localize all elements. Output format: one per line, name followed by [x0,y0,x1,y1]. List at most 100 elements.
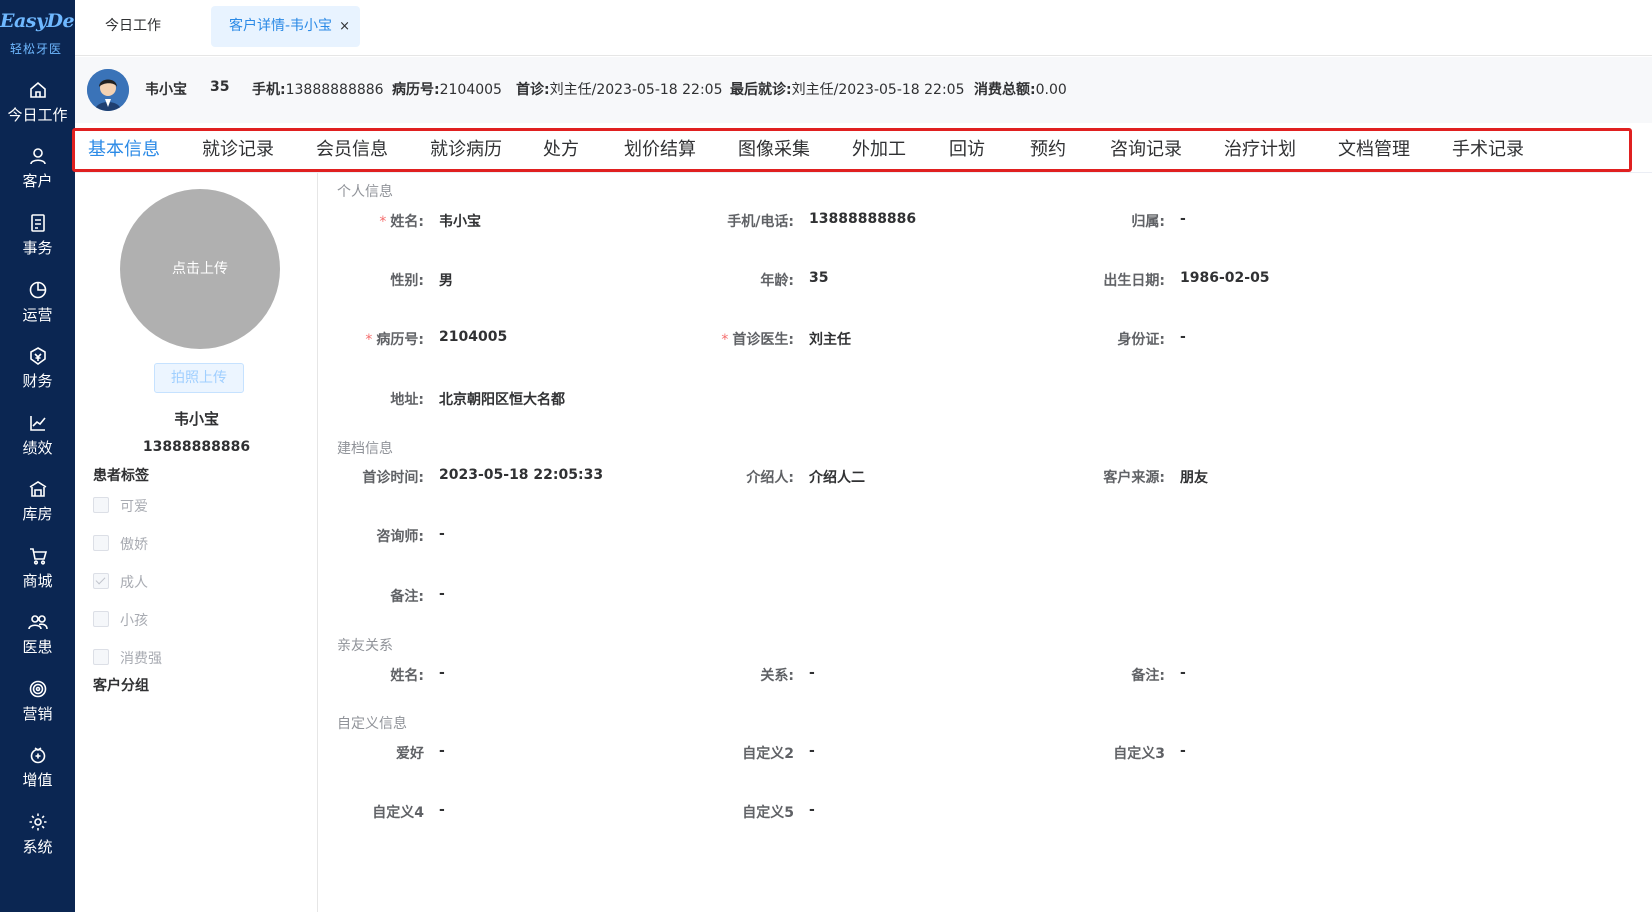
nav-label: 客户 [22,172,53,190]
nav-item-affairs[interactable]: 事务 [0,213,75,283]
logo: EasyDent 轻松牙医 [0,0,75,60]
nav-label: 营销 [22,705,53,723]
target-icon [29,680,47,698]
label-remark: 备注: [390,589,424,605]
tab-documents[interactable]: 文档管理 [1338,135,1410,161]
tab-image-capture[interactable]: 图像采集 [738,135,810,161]
section-relatives: 亲友关系 [337,638,393,654]
tab-basic-info[interactable]: 基本信息 [88,135,160,161]
nav-item-doctor-patient[interactable]: 医患 [0,612,75,682]
tag-label: 傲娇 [120,537,148,553]
label-relative-name: 姓名: [390,668,424,684]
tag-label: 消费强 [120,651,162,667]
label-name: * 姓名: [379,214,424,230]
nav-item-finance[interactable]: 财务 [0,346,75,416]
tab-surgery-records[interactable]: 手术记录 [1452,135,1524,161]
tab-follow-up[interactable]: 回访 [949,135,985,161]
nav-label: 事务 [22,239,53,257]
label-custom2: 自定义2 [742,746,794,762]
tab-treatment-plan[interactable]: 治疗计划 [1224,135,1296,161]
take-photo-button[interactable]: 拍照上传 [154,363,244,393]
close-icon[interactable]: × [339,6,350,47]
checkbox[interactable] [93,649,109,665]
value-phone: 13888888886 [809,211,917,227]
shopping-cart-icon [30,548,48,565]
label-phone: 手机/电话: [727,214,794,230]
tab-today-work[interactable]: 今日工作 [87,6,179,47]
label-source: 客户来源: [1103,470,1165,486]
nav-label: 商城 [22,572,53,590]
nav-item-value-added[interactable]: 增值 [0,745,75,815]
value-hobby: - [439,743,445,759]
nav-item-marketing[interactable]: 营销 [0,679,75,749]
value-age: 35 [809,270,829,286]
tab-outsourcing[interactable]: 外加工 [852,135,906,161]
top-tab-bar: 今日工作 客户详情-韦小宝 × [75,0,1652,56]
value-id-card: - [1180,329,1186,345]
checkbox[interactable] [93,497,109,513]
tag-label: 小孩 [120,613,148,629]
profile-phone: 13888888886 [142,439,251,455]
patient-tags-title: 患者标签 [93,468,149,484]
value-birthday: 1986-02-05 [1180,270,1270,286]
tag-label: 成人 [120,575,148,591]
tab-billing[interactable]: 划价结算 [624,135,696,161]
value-remark: - [439,586,445,602]
label-belong: 归属: [1131,214,1165,230]
nav-item-operation[interactable]: 运营 [0,280,75,350]
tab-appointment[interactable]: 预约 [1030,135,1066,161]
nav-item-system[interactable]: 系统 [0,812,75,882]
value-custom3: - [1180,743,1186,759]
tab-medical-records[interactable]: 就诊病历 [430,135,502,161]
nav-item-customer[interactable]: 客户 [0,146,75,216]
label-relative-remark: 备注: [1131,668,1165,684]
label-first-visit-time: 首诊时间: [362,470,424,486]
value-source: 朋友 [1180,470,1208,486]
tab-consultation[interactable]: 咨询记录 [1110,135,1182,161]
nav-label: 库房 [22,505,53,523]
value-custom4: - [439,802,445,818]
patient-last-visit: 最后就诊:刘主任/2023-05-18 22:05 [730,82,965,98]
users-icon [28,615,48,630]
nav-label: 增值 [22,771,53,789]
trend-chart-icon [30,416,46,431]
label-relation: 关系: [760,668,794,684]
tab-prescription[interactable]: 处方 [543,135,579,161]
details-panel: 个人信息 * 姓名: 韦小宝 手机/电话: 13888888886 归属: - 性… [319,173,1652,912]
nav-label: 财务 [22,372,53,390]
patient-info-bar: 韦小宝 35 手机:13888888886 病历号:2104005 首诊:刘主任… [75,57,1652,123]
checkbox[interactable] [93,611,109,627]
nav-label: 系统 [22,838,53,856]
checkbox-checked[interactable] [93,573,109,589]
nav-item-today[interactable]: 今日工作 [0,80,75,150]
value-belong: - [1180,211,1186,227]
nav-item-performance[interactable]: 绩效 [0,413,75,483]
label-hobby: 爱好 [396,746,424,762]
label-first-doctor: * 首诊医生: [721,332,794,348]
upload-avatar-button[interactable]: 点击上传 [120,189,280,349]
section-personal-info: 个人信息 [337,184,393,200]
checkbox[interactable] [93,535,109,551]
nav-item-mall[interactable]: 商城 [0,546,75,616]
label-address: 地址: [390,392,424,408]
function-tabs: 基本信息 就诊记录 会员信息 就诊病历 处方 划价结算 图像采集 外加工 回访 … [72,128,1632,172]
value-record-no: 2104005 [439,329,508,345]
tab-member-info[interactable]: 会员信息 [316,135,388,161]
value-added-icon [30,747,46,764]
tab-customer-detail[interactable]: 客户详情-韦小宝 × [211,6,361,47]
home-icon [30,81,46,98]
gear-icon [29,813,47,831]
section-custom-info: 自定义信息 [337,716,407,732]
value-custom2: - [809,743,815,759]
nav-label: 医患 [22,638,53,656]
nav-item-warehouse[interactable]: 库房 [0,479,75,549]
label-custom5: 自定义5 [742,805,794,821]
user-icon [30,148,46,165]
warehouse-icon [29,481,47,497]
patient-phone: 手机:13888888886 [252,82,384,98]
sidebar: EasyDent 轻松牙医 今日工作 客户 事务 运营 财务 绩效 库房 商城 … [0,0,75,912]
tab-visit-records[interactable]: 就诊记录 [202,135,274,161]
value-referrer: 介绍人二 [809,470,865,486]
value-address: 北京朝阳区恒大名都 [439,392,565,408]
patient-age: 35 [210,79,230,95]
